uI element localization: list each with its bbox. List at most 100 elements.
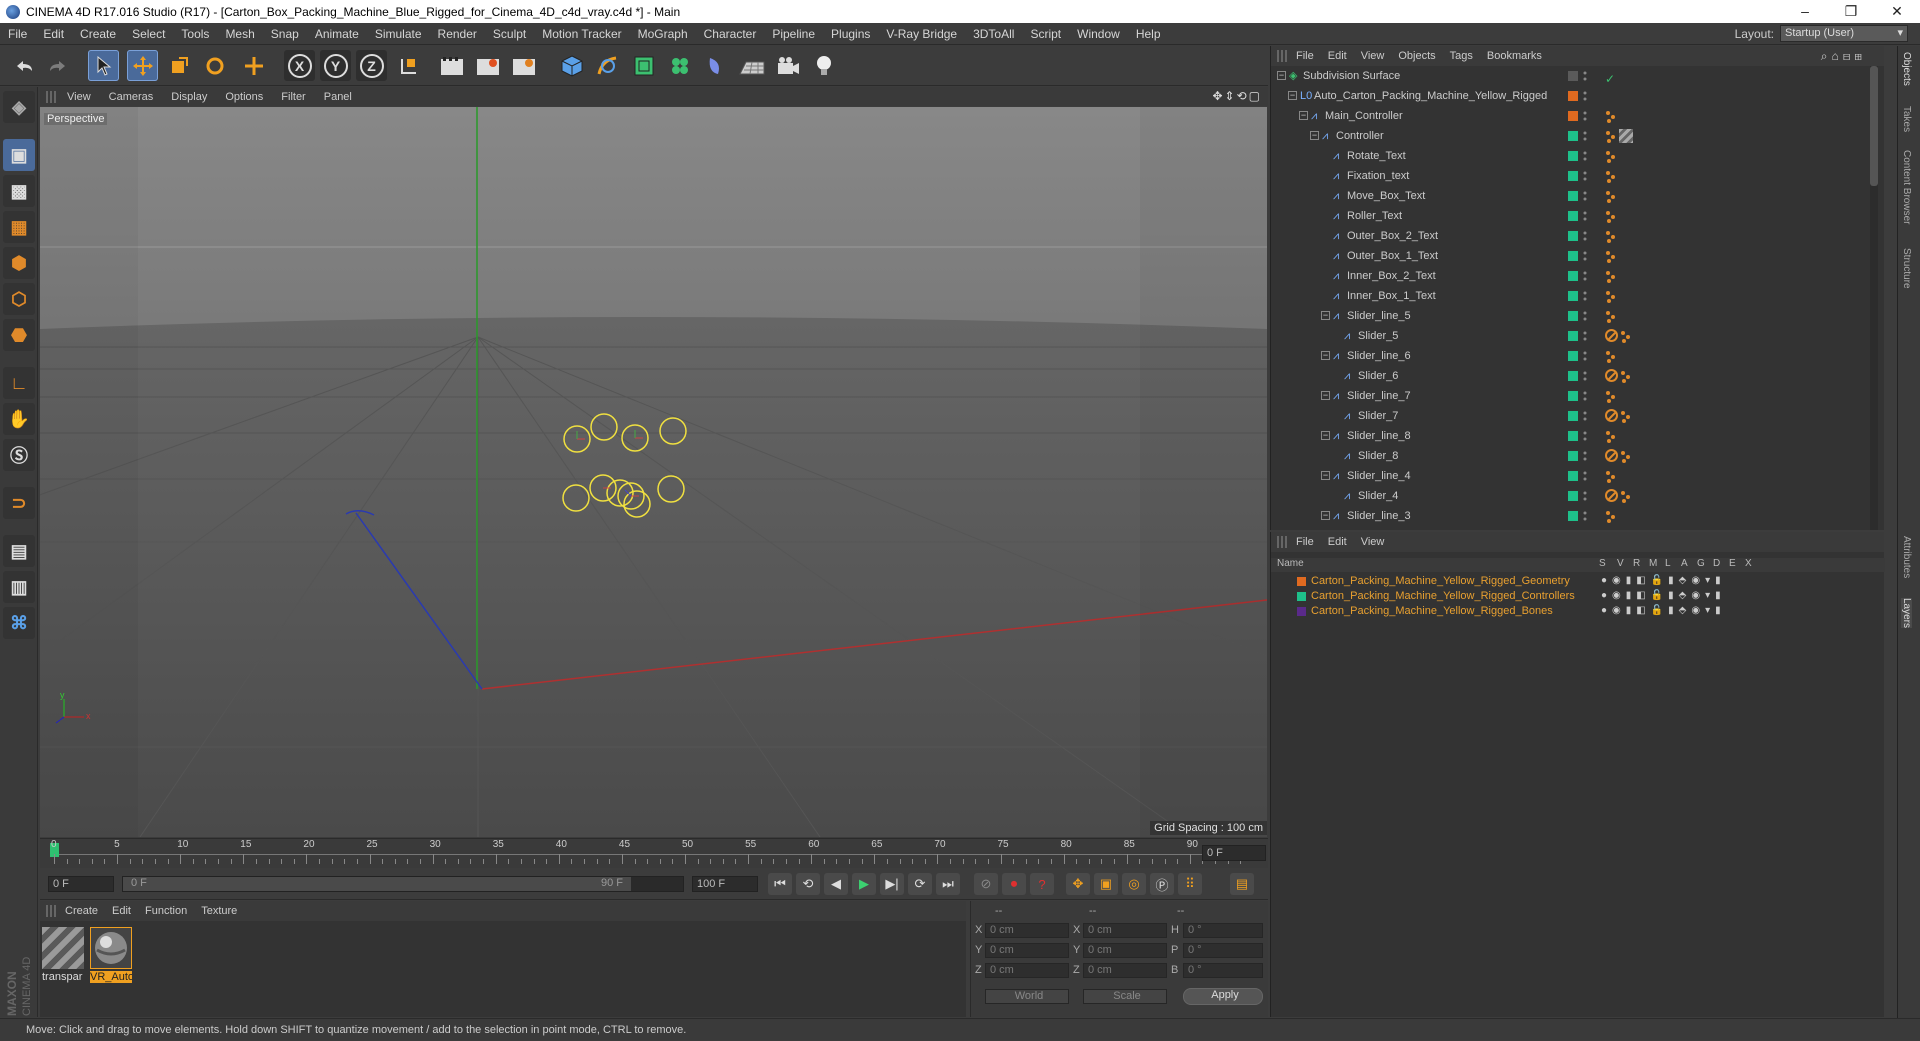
menu-file[interactable]: File bbox=[0, 27, 35, 41]
side-tab-content-browser[interactable]: Content Browser bbox=[1901, 150, 1912, 224]
constraint-tag-icon[interactable] bbox=[1605, 349, 1617, 363]
object-tags[interactable] bbox=[1605, 249, 1617, 263]
layer-color-swatch[interactable] bbox=[1568, 91, 1578, 101]
layer-row[interactable]: Carton_Packing_Machine_Yellow_Rigged_Con… bbox=[1271, 589, 1885, 603]
obj-search-home-icons[interactable]: ⌕⌂⊟⊞ bbox=[1821, 49, 1866, 64]
object-tags[interactable] bbox=[1605, 489, 1632, 503]
rotation-p-field[interactable]: 0 ° bbox=[1183, 943, 1263, 958]
texture-mode-icon[interactable]: ▩ bbox=[3, 175, 35, 207]
range-slider-track[interactable]: 0 F 90 F bbox=[122, 876, 684, 892]
goto-end-icon[interactable]: ⏭ bbox=[936, 873, 960, 895]
viewport-menu-panel[interactable]: Panel bbox=[315, 91, 361, 103]
layer-col-v[interactable]: V bbox=[1617, 558, 1624, 569]
object-row[interactable]: ⩘ Inner_Box_2_Text bbox=[1271, 266, 1885, 286]
move-tool-icon[interactable] bbox=[127, 50, 158, 81]
visibility-dots-icon[interactable] bbox=[1583, 169, 1587, 183]
tree-collapse-icon[interactable]: − bbox=[1321, 351, 1330, 360]
object-row[interactable]: ⩘ Inner_Box_1_Text bbox=[1271, 286, 1885, 306]
spline-pen-icon[interactable] bbox=[592, 50, 623, 81]
position-y-field[interactable]: 0 cm bbox=[985, 943, 1069, 958]
layer-color-swatch[interactable] bbox=[1568, 471, 1578, 481]
check-icon[interactable]: ✓ bbox=[1605, 69, 1615, 86]
tree-collapse-icon[interactable]: − bbox=[1321, 391, 1330, 400]
close-button[interactable]: ✕ bbox=[1874, 0, 1920, 23]
key-position-icon[interactable]: ✥ bbox=[1066, 873, 1090, 895]
size-mode-dropdown[interactable]: Scale bbox=[1083, 989, 1167, 1004]
object-tags[interactable] bbox=[1605, 189, 1617, 203]
object-row[interactable]: − L0 Auto_Carton_Packing_Machine_Yellow_Ri… bbox=[1271, 86, 1885, 106]
layer-col-d[interactable]: D bbox=[1713, 558, 1720, 569]
timeline-menu-icon[interactable]: ▤ bbox=[1230, 873, 1254, 895]
key-parameter-icon[interactable]: Ⓟ bbox=[1150, 873, 1174, 895]
material-menu-create[interactable]: Create bbox=[58, 905, 105, 917]
side-tab-objects[interactable]: Objects bbox=[1901, 52, 1912, 86]
object-row[interactable]: − ⩘ Slider_line_6 bbox=[1271, 346, 1885, 366]
render-view-icon[interactable] bbox=[436, 50, 467, 81]
tree-collapse-icon[interactable]: − bbox=[1299, 111, 1308, 120]
layer-menu-file[interactable]: File bbox=[1289, 536, 1321, 548]
object-tags[interactable] bbox=[1605, 409, 1632, 423]
object-row[interactable]: − ◈ Subdivision Surface ✓ bbox=[1271, 66, 1885, 86]
layer-col-name[interactable]: Name bbox=[1277, 558, 1304, 569]
tree-collapse-icon[interactable]: − bbox=[1321, 511, 1330, 520]
object-row[interactable]: ⩘ Move_Box_Text bbox=[1271, 186, 1885, 206]
material-menu-function[interactable]: Function bbox=[138, 905, 194, 917]
visibility-dots-icon[interactable] bbox=[1583, 449, 1587, 463]
menu-animate[interactable]: Animate bbox=[307, 27, 367, 41]
constraint-tag-icon[interactable] bbox=[1605, 189, 1617, 203]
next-key-icon[interactable]: ⟳ bbox=[908, 873, 932, 895]
layer-col-a[interactable]: A bbox=[1681, 558, 1688, 569]
object-row[interactable]: − ⩘ Slider_line_8 bbox=[1271, 426, 1885, 446]
layer-row[interactable]: Carton_Packing_Machine_Yellow_Rigged_Geo… bbox=[1271, 574, 1885, 588]
constraint-tag-icon[interactable] bbox=[1605, 289, 1617, 303]
axis-y-button[interactable]: Y bbox=[320, 50, 351, 81]
visibility-dots-icon[interactable] bbox=[1583, 229, 1587, 243]
edges-mode-icon[interactable]: ⬡ bbox=[3, 283, 35, 315]
layer-color-swatch[interactable] bbox=[1568, 211, 1578, 221]
layer-menu-edit[interactable]: Edit bbox=[1321, 536, 1354, 548]
object-tags[interactable] bbox=[1605, 369, 1632, 383]
layer-color-swatch[interactable] bbox=[1297, 592, 1306, 601]
layer-color-swatch[interactable] bbox=[1568, 251, 1578, 261]
obj-menu-tags[interactable]: Tags bbox=[1443, 50, 1480, 62]
layer-color-swatch[interactable] bbox=[1568, 371, 1578, 381]
object-tags[interactable] bbox=[1605, 349, 1617, 363]
constraint-tag-icon[interactable] bbox=[1620, 369, 1632, 383]
menu-simulate[interactable]: Simulate bbox=[367, 27, 430, 41]
restore-button[interactable]: ❐ bbox=[1828, 0, 1874, 23]
position-x-field[interactable]: 0 cm bbox=[985, 923, 1069, 938]
object-tags[interactable] bbox=[1605, 269, 1617, 283]
render-settings-icon[interactable] bbox=[508, 50, 539, 81]
constraint-tag-icon[interactable] bbox=[1605, 269, 1617, 283]
obj-menu-file[interactable]: File bbox=[1289, 50, 1321, 62]
obj-menu-view[interactable]: View bbox=[1354, 50, 1392, 62]
layer-toggle-icons[interactable]: ●◉▮◧🔓▮⬘◉▾▮ bbox=[1601, 589, 1726, 603]
tree-collapse-icon[interactable]: − bbox=[1277, 71, 1286, 80]
tree-collapse-icon[interactable]: − bbox=[1288, 91, 1297, 100]
object-tags[interactable] bbox=[1605, 129, 1633, 143]
layer-color-swatch[interactable] bbox=[1568, 431, 1578, 441]
object-row[interactable]: ⩘ Roller_Text bbox=[1271, 206, 1885, 226]
tweak-mode-icon[interactable]: ✋ bbox=[3, 403, 35, 435]
viewport-menu-filter[interactable]: Filter bbox=[272, 91, 314, 103]
menu-motion-tracker[interactable]: Motion Tracker bbox=[534, 27, 629, 41]
scale-tool-icon[interactable] bbox=[163, 50, 194, 81]
play-icon[interactable]: ▶ bbox=[852, 873, 876, 895]
layer-color-swatch[interactable] bbox=[1568, 311, 1578, 321]
object-row[interactable]: ⩘ Slider_6 bbox=[1271, 366, 1885, 386]
viewport-menu-view[interactable]: View bbox=[58, 91, 100, 103]
tree-collapse-icon[interactable]: − bbox=[1310, 131, 1319, 140]
visibility-dots-icon[interactable] bbox=[1583, 109, 1587, 123]
layer-toggle-icons[interactable]: ●◉▮◧🔓▮⬘◉▾▮ bbox=[1601, 604, 1726, 618]
menu-snap[interactable]: Snap bbox=[263, 27, 307, 41]
object-row[interactable]: ⩘ Slider_5 bbox=[1271, 326, 1885, 346]
menu-plugins[interactable]: Plugins bbox=[823, 27, 878, 41]
layer-color-swatch[interactable] bbox=[1568, 231, 1578, 241]
object-scrollbar-thumb[interactable] bbox=[1870, 66, 1878, 186]
next-frame-icon[interactable]: ▶| bbox=[880, 873, 904, 895]
object-row[interactable]: − ⩘ Controller bbox=[1271, 126, 1885, 146]
visibility-dots-icon[interactable] bbox=[1583, 389, 1587, 403]
layer-color-swatch[interactable] bbox=[1568, 451, 1578, 461]
layer-color-swatch[interactable] bbox=[1568, 151, 1578, 161]
menu-tools[interactable]: Tools bbox=[173, 27, 217, 41]
